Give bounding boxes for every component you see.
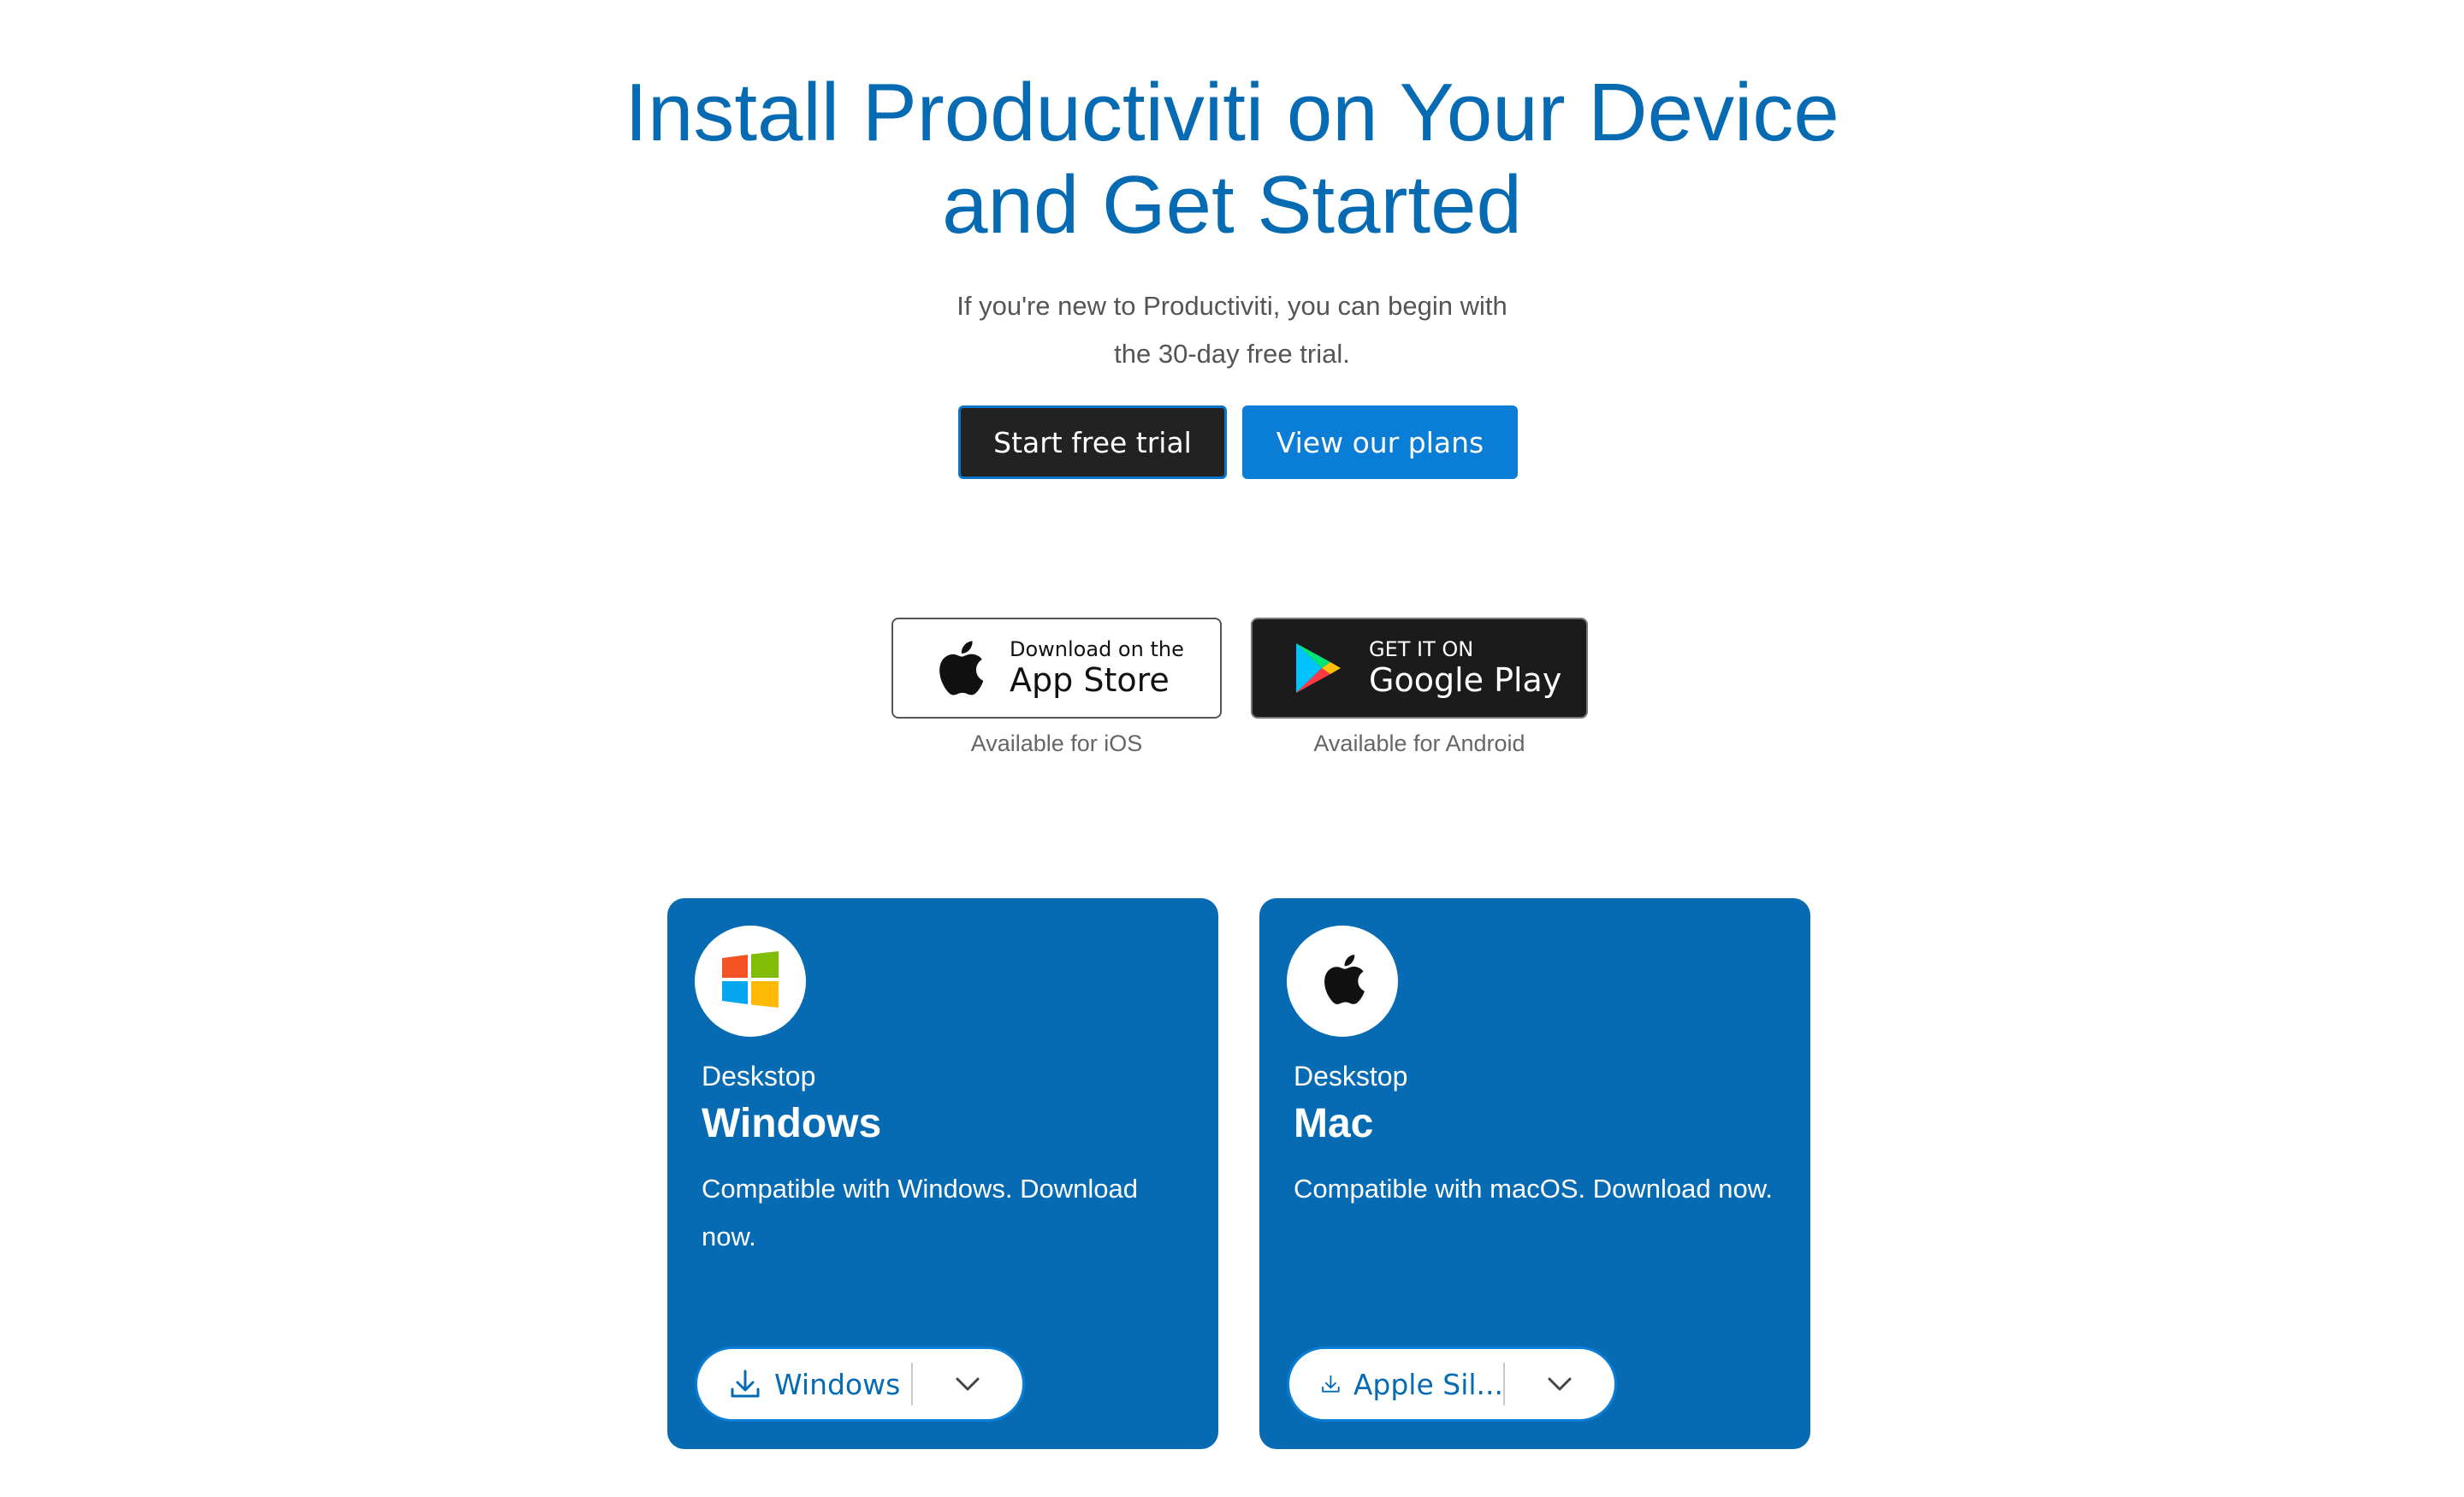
- google-play-large-text: Google Play: [1369, 661, 1562, 699]
- google-play-small-text: GET IT ON: [1369, 637, 1474, 661]
- google-play-badge-text: GET IT ON Google Play: [1369, 637, 1561, 699]
- google-play-badge[interactable]: GET IT ON Google Play: [1251, 618, 1588, 719]
- page-subtitle-line-2: the 30-day free trial.: [1114, 339, 1350, 369]
- app-store-badge-text: Download on the App Store: [1010, 637, 1184, 699]
- windows-options-dropdown[interactable]: [913, 1349, 1022, 1419]
- page-title-line-1: Install Productiviti on Your Device: [625, 67, 1839, 158]
- windows-card-title: Windows: [702, 1101, 882, 1146]
- windows-download-split-button: Windows: [695, 1346, 1025, 1422]
- download-icon: [1322, 1375, 1340, 1393]
- view-plans-button[interactable]: View our plans: [1242, 405, 1518, 479]
- page-subtitle-line-1: If you're new to Productiviti, you can b…: [957, 291, 1507, 321]
- app-store-column: Download on the App Store Available for …: [891, 618, 1222, 757]
- windows-download-label: Windows: [774, 1367, 901, 1401]
- store-badges: Download on the App Store Available for …: [891, 618, 1588, 757]
- download-icon: [731, 1370, 760, 1398]
- apple-icon: [927, 636, 991, 700]
- mac-options-dropdown[interactable]: [1505, 1349, 1614, 1419]
- windows-download-button[interactable]: Windows: [697, 1349, 911, 1419]
- cta-buttons: Start free trial View our plans: [958, 405, 1518, 479]
- google-play-icon: [1287, 636, 1350, 700]
- mac-card-title: Mac: [1294, 1101, 1374, 1146]
- mac-download-label: Apple Sil...: [1353, 1367, 1503, 1401]
- app-store-small-text: Download on the: [1010, 637, 1184, 661]
- windows-card-description: Compatible with Windows. Download now.: [702, 1174, 1139, 1251]
- mac-logo: [1287, 926, 1398, 1037]
- app-store-large-text: App Store: [1010, 661, 1170, 699]
- mac-download-button[interactable]: Apple Sil...: [1289, 1349, 1503, 1419]
- start-free-trial-button[interactable]: Start free trial: [958, 405, 1227, 479]
- app-store-badge[interactable]: Download on the App Store: [891, 618, 1222, 719]
- ios-caption: Available for iOS: [970, 731, 1143, 756]
- mac-download-card: Deskstop Mac Compatible with macOS. Down…: [1259, 898, 1810, 1449]
- windows-icon: [722, 950, 779, 1012]
- mac-card-label: Deskstop: [1294, 1061, 1408, 1092]
- windows-card-label: Deskstop: [702, 1061, 816, 1092]
- mac-download-split-button: Apple Sil...: [1287, 1346, 1617, 1422]
- windows-logo: [695, 926, 806, 1037]
- page-subtitle: If you're new to Productiviti, you can b…: [0, 282, 2464, 378]
- chevron-down-icon: [1548, 1377, 1572, 1391]
- mac-card-description: Compatible with macOS. Download now.: [1294, 1174, 1773, 1204]
- page-title-line-2: and Get Started: [942, 159, 1522, 251]
- google-play-column: GET IT ON Google Play Available for Andr…: [1251, 618, 1588, 757]
- download-page: Install Productiviti on Your Device and …: [0, 0, 2464, 1497]
- page-title: Install Productiviti on Your Device and …: [0, 67, 2464, 251]
- chevron-down-icon: [956, 1377, 980, 1391]
- apple-icon: [1318, 951, 1367, 1012]
- windows-download-card: Deskstop Windows Compatible with Windows…: [667, 898, 1218, 1449]
- android-caption: Available for Android: [1313, 731, 1525, 756]
